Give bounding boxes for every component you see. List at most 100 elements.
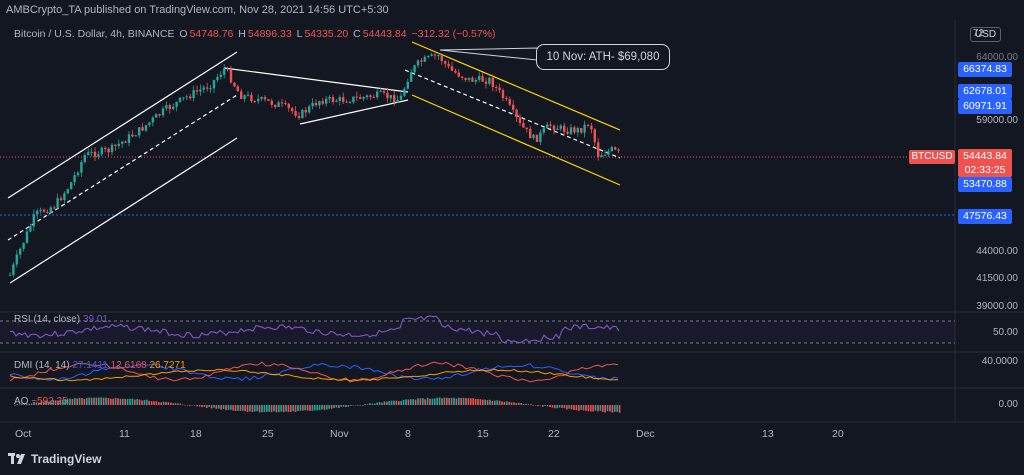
ao-bar: [270, 405, 273, 413]
ao-bar: [412, 399, 414, 405]
candle-body: [32, 214, 35, 227]
ao-bar: [350, 405, 352, 406]
bar-countdown: 02:33:25: [964, 164, 1006, 176]
ao-bar: [573, 405, 575, 411]
ao-bar: [124, 398, 126, 405]
ao-bar: [400, 401, 402, 405]
ao-bar: [114, 397, 117, 405]
candle-body: [73, 175, 76, 183]
ath-callout[interactable]: 10 Nov: ATH- $69,080: [536, 44, 670, 70]
rsi-value: 39.01: [82, 314, 108, 325]
level-tag[interactable]: 66374.83: [958, 62, 1012, 77]
ao-bar: [112, 398, 114, 405]
ao-bar: [131, 398, 134, 405]
candle-body: [151, 117, 154, 123]
last-price-tag[interactable]: 54443.84 02:33:25: [958, 149, 1012, 177]
ao-bar: [208, 405, 210, 407]
ao-bar: [455, 398, 458, 405]
candle-body: [433, 54, 437, 56]
ao-bar: [150, 401, 153, 405]
ao-bar: [222, 405, 225, 409]
ao-bar: [419, 398, 422, 405]
candle-body: [29, 226, 32, 232]
candle-body: [447, 63, 450, 67]
ao-bar: [318, 405, 321, 411]
ao-bar: [194, 405, 196, 406]
candle-body: [393, 95, 396, 103]
ao-bar: [429, 398, 431, 405]
ao-bar: [614, 405, 616, 412]
ao-legend[interactable]: AO −592.25: [14, 396, 68, 407]
candle-body: [478, 76, 481, 80]
candle-body: [263, 97, 267, 100]
ao-bar: [261, 405, 263, 413]
ao-bar: [256, 405, 258, 412]
level-tag[interactable]: 47576.43: [958, 209, 1012, 224]
candle-body: [420, 60, 423, 62]
ao-bar: [78, 397, 81, 405]
candle-body: [131, 134, 134, 137]
ao-bar: [206, 405, 208, 409]
ao-bar: [278, 405, 280, 413]
ao-bar: [174, 403, 177, 405]
ao-bar: [246, 405, 249, 412]
ao-tick: 0.00: [998, 399, 1018, 410]
ao-bar: [520, 403, 522, 405]
level-tag[interactable]: 53470.88: [958, 177, 1012, 192]
ao-bar: [294, 405, 297, 412]
ao-bar: [561, 405, 563, 408]
candle-body: [301, 109, 304, 119]
dmi-legend[interactable]: DMI (14, 14) 27.1411 12.6168 26.7271: [14, 360, 186, 371]
ao-bar: [508, 401, 510, 405]
candle-body: [399, 95, 403, 100]
chart-canvas[interactable]: [0, 0, 1024, 475]
ao-bar: [482, 399, 484, 405]
ao-bar: [551, 405, 554, 408]
ao-bar: [460, 397, 462, 405]
ao-bar: [290, 405, 292, 412]
candle-body: [294, 111, 297, 116]
ao-bar: [102, 397, 105, 405]
rsi-legend[interactable]: RSI (14, close) 39.01: [14, 314, 108, 325]
candle-body: [287, 103, 290, 109]
candle-body: [19, 248, 22, 255]
candle-body: [117, 143, 120, 146]
ao-bar: [218, 405, 220, 409]
ao-bar: [436, 397, 438, 405]
ao-bar: [544, 405, 546, 406]
ao-bar: [347, 405, 350, 407]
callout-pointer: [439, 47, 538, 61]
candle-body: [515, 109, 518, 118]
ao-bar: [146, 399, 148, 405]
ao-bar: [398, 401, 400, 405]
ao-bar: [616, 405, 618, 412]
ao-bar: [606, 405, 609, 412]
ao-bar: [489, 399, 491, 405]
time-label: Oct: [15, 428, 32, 440]
ao-bar: [587, 405, 590, 412]
candle-body: [369, 95, 372, 97]
candle-body: [165, 105, 168, 109]
symbol-legend[interactable]: Bitcoin / U.S. Dollar, 4h, BINANCE O 5474…: [14, 28, 498, 40]
ao-bar: [518, 402, 520, 405]
ao-bar: [326, 405, 328, 410]
ao-bar: [503, 401, 506, 405]
ao-bar: [285, 405, 287, 412]
ao-bar: [486, 400, 489, 405]
ao-bar: [287, 405, 290, 412]
level-tag[interactable]: 62678.01: [958, 84, 1012, 99]
ao-bar: [323, 405, 326, 410]
ao-bar: [566, 405, 568, 410]
ao-bar: [426, 397, 429, 405]
candle-body: [243, 95, 246, 99]
ao-bar: [333, 405, 335, 409]
level-tag[interactable]: 60971.91: [958, 99, 1012, 114]
ao-bar: [227, 405, 230, 410]
ao-bar: [546, 405, 549, 407]
ao-bar: [93, 397, 95, 405]
candle-body: [59, 198, 63, 201]
tradingview-logo[interactable]: TradingView: [8, 452, 101, 466]
candle-body: [355, 96, 358, 98]
ao-value: −592.25: [31, 396, 68, 407]
dmi-adx-value: 26.7271: [149, 360, 186, 371]
